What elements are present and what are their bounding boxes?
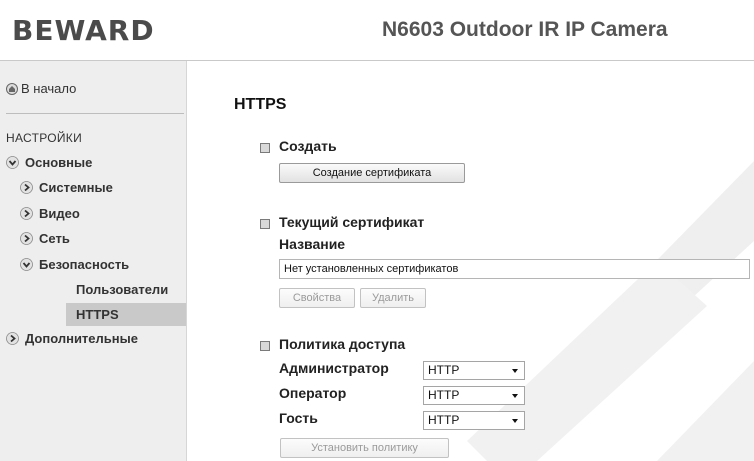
home-link[interactable]: В начало	[6, 81, 76, 96]
main-content: HTTPS Создать Создание сертификата Текущ…	[187, 61, 754, 461]
section-bullet-icon	[260, 341, 270, 351]
sidebar-item-system[interactable]: Системные	[20, 180, 113, 195]
section-bullet-icon	[260, 219, 270, 229]
sidebar-item-basic[interactable]: Основные	[6, 155, 92, 170]
create-certificate-button[interactable]: Создание сертификата	[279, 163, 465, 183]
sidebar-item-system-label: Системные	[39, 180, 113, 195]
sidebar-item-https[interactable]: HTTPS	[76, 307, 119, 322]
operator-policy-select[interactable]: HTTP	[423, 386, 525, 405]
sidebar-item-network[interactable]: Сеть	[20, 231, 70, 246]
sidebar: В начало НАСТРОЙКИ Основные Системные Ви…	[0, 61, 187, 461]
current-certificate-title: Текущий сертификат	[279, 214, 425, 230]
section-bullet-icon	[260, 143, 270, 153]
sidebar-item-basic-label: Основные	[25, 155, 93, 170]
admin-policy-value: HTTP	[428, 363, 460, 377]
sidebar-divider	[6, 113, 184, 114]
chevron-down-icon	[6, 156, 19, 169]
dropdown-arrow-icon	[512, 394, 518, 398]
home-icon	[6, 82, 18, 95]
delete-button[interactable]: Удалить	[360, 288, 426, 308]
dropdown-arrow-icon	[512, 369, 518, 373]
home-label: В начало	[21, 81, 77, 96]
chevron-right-icon	[6, 332, 19, 345]
access-policy-title: Политика доступа	[279, 336, 406, 352]
beward-logo: BEWARD	[12, 14, 155, 47]
admin-policy-select[interactable]: HTTP	[423, 361, 525, 380]
chevron-right-icon	[20, 232, 33, 245]
properties-button[interactable]: Свойства	[279, 288, 355, 308]
set-policy-button[interactable]: Установить политику	[280, 438, 449, 458]
camera-title: N6603 Outdoor IR IP Camera	[382, 18, 668, 41]
operator-policy-value: HTTP	[428, 388, 460, 402]
chevron-down-icon	[20, 258, 33, 271]
certificate-name-field[interactable]: Нет установленных сертификатов	[279, 259, 750, 279]
sidebar-item-video[interactable]: Видео	[20, 206, 80, 221]
guest-label: Гость	[279, 410, 318, 426]
operator-label: Оператор	[279, 385, 347, 401]
dropdown-arrow-icon	[512, 419, 518, 423]
guest-policy-select[interactable]: HTTP	[423, 411, 525, 430]
sidebar-item-security-label: Безопасность	[39, 257, 130, 272]
sidebar-item-additional-label: Дополнительные	[25, 331, 138, 346]
settings-heading: НАСТРОЙКИ	[6, 131, 83, 145]
sidebar-item-users[interactable]: Пользователи	[76, 282, 168, 297]
chevron-right-icon	[20, 207, 33, 220]
header: BEWARD N6603 Outdoor IR IP Camera	[0, 0, 754, 61]
page-title: HTTPS	[234, 96, 287, 113]
guest-policy-value: HTTP	[428, 413, 460, 427]
sidebar-item-video-label: Видео	[39, 206, 80, 221]
name-label: Название	[279, 236, 346, 252]
sidebar-item-additional[interactable]: Дополнительные	[6, 331, 138, 346]
sidebar-item-network-label: Сеть	[39, 231, 70, 246]
create-section-title: Создать	[279, 138, 337, 154]
chevron-right-icon	[20, 181, 33, 194]
sidebar-item-security[interactable]: Безопасность	[20, 257, 129, 272]
admin-label: Администратор	[279, 360, 389, 376]
